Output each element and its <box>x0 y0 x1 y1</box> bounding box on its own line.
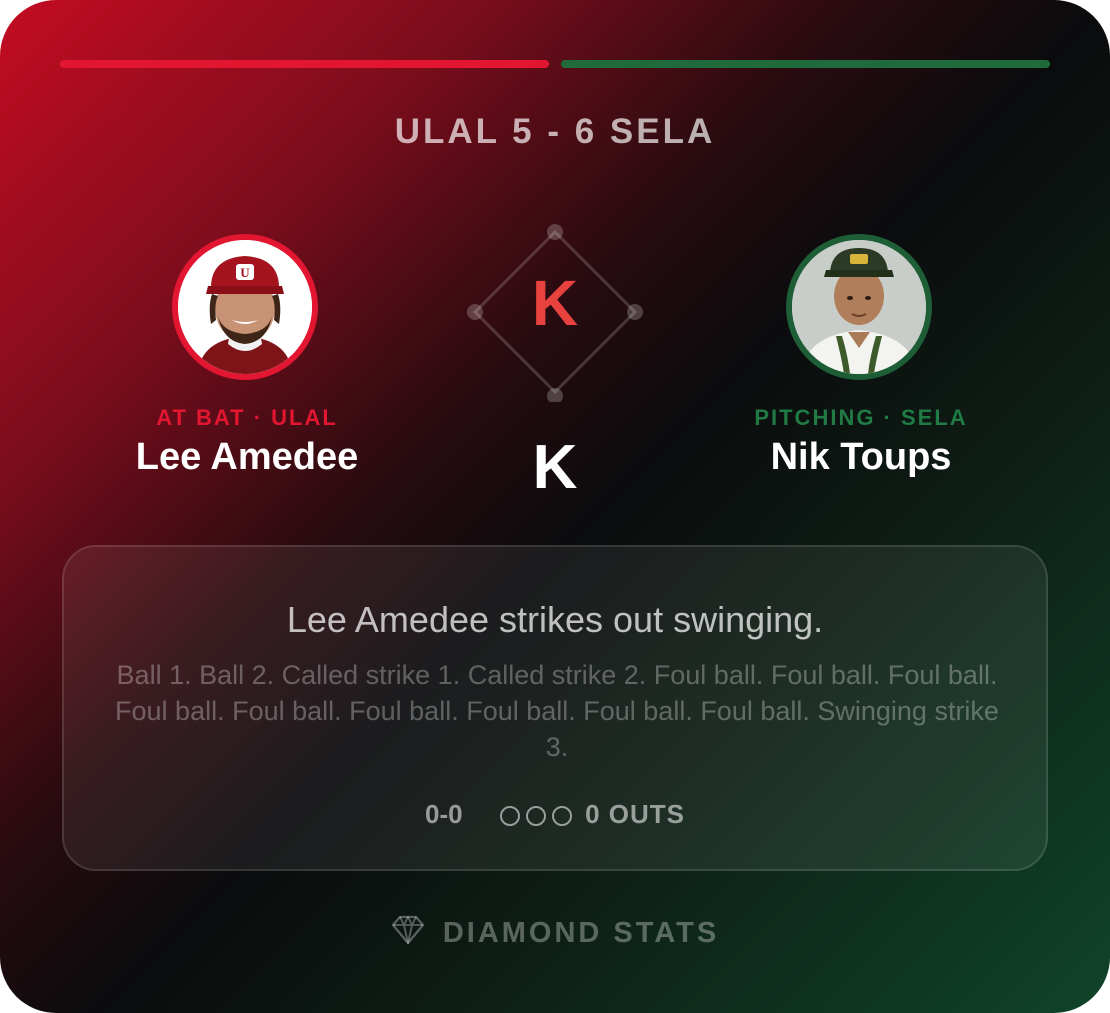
batter-name: Lee Amedee <box>135 436 359 478</box>
play-headline: Lee Amedee strikes out swinging. <box>286 599 824 640</box>
second-base-marker <box>547 224 563 240</box>
outs-indicator <box>499 799 578 830</box>
ball-strike-count: 0-0 <box>425 798 463 829</box>
pitcher-avatar <box>786 234 932 380</box>
play-result-code: K <box>532 433 578 502</box>
outs-label: 0 OUTS <box>585 798 685 829</box>
pitcher-name: Nik Toups <box>770 436 952 478</box>
out-dot <box>525 805 546 826</box>
out-dot <box>551 805 572 826</box>
scoreboard: ULAL 5 - 6 SELA <box>394 112 716 151</box>
pitch-sequence: Ball 1. Ball 2. Called strike 1. Called … <box>115 660 999 762</box>
count-and-outs: 0-0 0 OUTS <box>64 797 1046 830</box>
home-plate-marker <box>547 388 563 402</box>
pitcher-role-label: PITCHING · SELA <box>754 405 968 430</box>
brand-footer: DIAMOND STATS <box>0 916 1110 950</box>
batter-role-label: AT BAT · ULAL <box>156 405 338 430</box>
brand-name: DIAMOND STATS <box>442 916 720 949</box>
away-progress-bar <box>60 60 549 68</box>
diamond-result-letter: K <box>531 267 579 339</box>
play-card: ULAL 5 - 6 SELA U AT BAT · ULAL Lee Amed… <box>0 0 1110 1013</box>
play-panel: Lee Amedee strikes out swinging. Ball 1.… <box>62 545 1048 871</box>
diamond-icon <box>391 916 424 945</box>
batter-avatar: U <box>172 234 318 380</box>
home-progress-bar <box>561 60 1050 68</box>
svg-text:U: U <box>240 265 250 280</box>
out-dot <box>499 805 520 826</box>
